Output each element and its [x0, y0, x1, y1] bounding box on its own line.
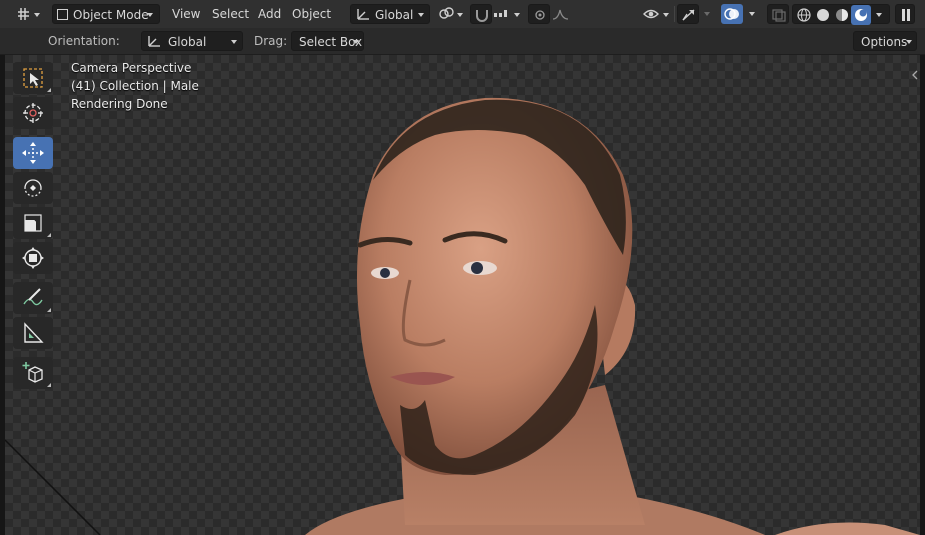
chevron-down-icon — [231, 40, 237, 44]
visibility-dropdown[interactable] — [641, 4, 673, 24]
snap-increment-icon — [494, 10, 520, 17]
pivot-point-button[interactable] — [436, 4, 466, 24]
orientation-settings-label: Orientation: — [48, 34, 120, 48]
shading-icons — [797, 5, 882, 25]
cursor-icon — [23, 103, 43, 123]
sidebar-toggle-icon[interactable] — [910, 68, 920, 82]
rendered-head-image — [5, 97, 920, 535]
scale-icon — [24, 214, 42, 232]
object-mode-icon — [57, 9, 68, 20]
proportional-icon — [535, 10, 545, 20]
add-cube-tool[interactable] — [13, 357, 53, 389]
editor-type-button[interactable] — [16, 4, 44, 24]
falloff-curve-icon — [552, 9, 569, 20]
snap-target-dropdown[interactable] — [492, 4, 524, 24]
select-box-icon — [23, 68, 43, 88]
select-box-tool[interactable] — [13, 62, 53, 94]
chevron-down-icon — [906, 40, 912, 44]
chevron-down-icon — [749, 12, 755, 16]
solid-shading-icon[interactable] — [817, 9, 829, 21]
rotate-tool[interactable] — [13, 172, 53, 204]
separator — [674, 6, 675, 22]
material-shading-icon[interactable] — [836, 9, 848, 21]
mode-label: Object Mode — [73, 8, 149, 22]
orientation-icon — [148, 36, 160, 47]
xray-icon — [772, 9, 786, 22]
chevron-down-icon — [704, 12, 710, 16]
rotate-icon — [24, 179, 42, 197]
chevron-down-icon — [418, 13, 424, 17]
gizmo-icon — [682, 9, 695, 21]
measure-icon — [24, 322, 44, 343]
orientation-settings-dropdown[interactable]: Global — [141, 31, 243, 51]
expand-corner-icon — [47, 233, 51, 237]
expand-corner-icon — [47, 383, 51, 387]
overlays-dropdown[interactable] — [743, 4, 761, 24]
menu-add[interactable]: Add — [254, 4, 285, 24]
drag-dropdown[interactable]: Select Box — [291, 31, 364, 51]
overlay-icon — [724, 8, 739, 20]
menu-select[interactable]: Select — [208, 4, 253, 24]
annotate-tool[interactable] — [13, 282, 53, 314]
mode-dropdown[interactable]: Object Mode — [52, 4, 160, 24]
falloff-dropdown[interactable] — [550, 4, 576, 24]
eye-icon — [643, 9, 669, 19]
scale-tool[interactable] — [13, 207, 53, 239]
chevron-down-icon — [353, 40, 359, 44]
collection-info-text: (41) Collection | Male — [71, 79, 199, 93]
gizmo-toggle[interactable] — [677, 4, 699, 24]
options-label: Options — [861, 35, 908, 49]
pause-icon — [902, 9, 910, 21]
orientation-label: Global — [375, 8, 414, 22]
3d-viewport[interactable]: Camera Perspective (41) Collection | Mal… — [5, 55, 920, 535]
shading-group — [792, 4, 890, 25]
move-icon — [22, 142, 44, 164]
add-cube-icon — [22, 362, 43, 383]
menu-view[interactable]: View — [168, 4, 204, 24]
gizmo-dropdown[interactable] — [699, 4, 715, 24]
tool-settings-bar: Orientation: Global Drag: Select Box Opt… — [0, 28, 925, 55]
overlays-toggle[interactable] — [721, 4, 743, 24]
rendered-shading-icon[interactable] — [855, 9, 867, 21]
menu-object[interactable]: Object — [288, 4, 335, 24]
viewport-border-right — [920, 55, 925, 535]
options-dropdown[interactable]: Options — [853, 31, 917, 51]
orientation-icon — [357, 9, 369, 20]
axis-icon — [18, 8, 40, 20]
magnet-icon — [476, 10, 488, 22]
proportional-editing-toggle[interactable] — [528, 4, 550, 24]
annotate-icon — [23, 288, 43, 306]
link-icon — [439, 7, 463, 19]
measure-tool[interactable] — [13, 317, 53, 349]
drag-label: Drag: — [254, 34, 288, 48]
chevron-down-icon — [147, 13, 153, 17]
transform-orientation-dropdown[interactable]: Global — [350, 4, 430, 24]
transform-icon — [22, 247, 44, 269]
render-status-text: Rendering Done — [71, 97, 168, 111]
pause-render-button[interactable] — [895, 4, 915, 24]
cursor-tool[interactable] — [13, 97, 53, 129]
orientation-settings-value: Global — [168, 35, 207, 49]
viewport-header: Object Mode View Select Add Object Globa… — [0, 0, 925, 28]
xray-toggle[interactable] — [767, 4, 789, 24]
transform-tool[interactable] — [13, 242, 53, 274]
wireframe-shading-icon[interactable] — [797, 8, 811, 22]
expand-corner-icon — [47, 88, 51, 92]
view-name-text: Camera Perspective — [71, 61, 192, 75]
move-tool[interactable] — [13, 137, 53, 169]
snap-toggle[interactable] — [470, 4, 492, 24]
expand-corner-icon — [47, 308, 51, 312]
